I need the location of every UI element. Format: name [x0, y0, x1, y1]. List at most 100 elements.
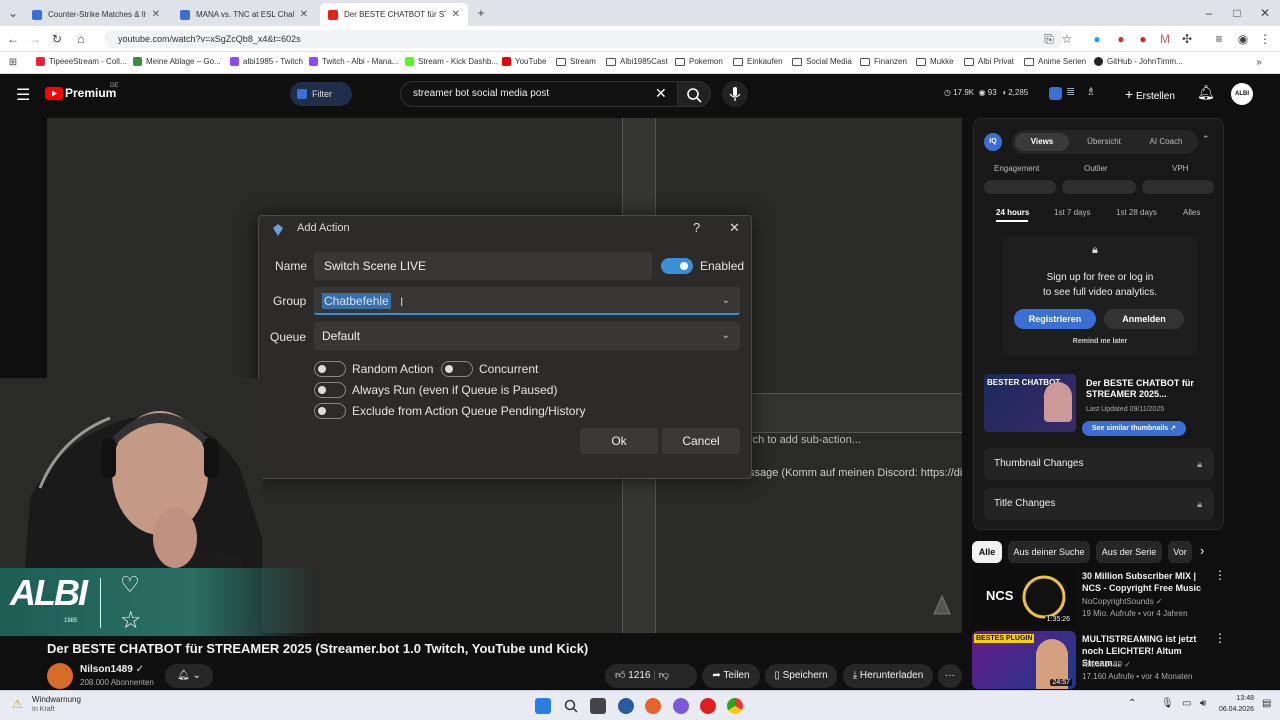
chip-from-search[interactable]: Aus deiner Suche — [1008, 541, 1090, 563]
bookmark[interactable]: TipeeeStream - Coll... — [36, 57, 127, 66]
maximize-icon[interactable]: □ — [1228, 4, 1246, 22]
browser-tab[interactable]: Counter-Strike Matches & livesc ✕ — [24, 3, 168, 26]
forward-icon[interactable]: → — [26, 30, 44, 48]
name-field[interactable]: Switch Scene LIVE — [314, 252, 652, 280]
subscribed-bell-button[interactable]: 🔔︎ ⌄ — [165, 664, 213, 688]
list-icon[interactable]: ≣ — [1066, 85, 1075, 98]
profile-icon[interactable]: ◉ — [1234, 30, 1252, 48]
browser-tab-active[interactable]: Der BESTE CHATBOT für STREA ✕ — [320, 3, 468, 26]
channel-name[interactable]: Nilson1489 ✓ — [80, 664, 144, 675]
download-button[interactable]: ⤓ Herunterladen — [843, 664, 933, 688]
bookmark-folder[interactable]: Stream — [556, 57, 596, 66]
notifications-bell-icon[interactable]: 🔔︎ — [1197, 84, 1215, 101]
dialog-close-icon[interactable]: ✕ — [729, 220, 740, 236]
bookmark[interactable]: Meine Ablage – Go... — [133, 57, 221, 66]
exclude-queue-toggle[interactable] — [314, 403, 346, 419]
discord-icon[interactable] — [673, 698, 689, 714]
tab-list-icon[interactable]: ⌄ — [4, 4, 22, 22]
help-icon[interactable]: ? — [693, 220, 700, 235]
cancel-button[interactable]: Cancel — [662, 428, 740, 454]
home-icon[interactable]: ⌂ — [72, 30, 90, 48]
bookmark-folder[interactable]: Mukke — [916, 57, 954, 66]
ok-button[interactable]: Ok — [580, 428, 658, 454]
video-thumbnail[interactable]: BESTES PLUGIN 24:57 — [972, 631, 1076, 689]
save-button[interactable]: ▯ Speichern — [765, 664, 837, 688]
random-action-toggle[interactable] — [314, 361, 346, 377]
opera-icon[interactable] — [700, 698, 716, 714]
recommended-video[interactable]: NCS 1:35:26 30 Million Subscriber MIX | … — [972, 568, 1272, 626]
back-icon[interactable]: ← — [4, 30, 22, 48]
windows-start-icon[interactable] — [535, 698, 551, 714]
range-28d[interactable]: 1st 28 days — [1116, 208, 1157, 217]
clock-time[interactable]: 13:48 — [1232, 695, 1254, 702]
similar-thumbnails-button[interactable]: See similar thumbnails ↗ — [1082, 421, 1186, 436]
microphone-icon[interactable]: 🎙︎ — [1161, 698, 1174, 709]
reload-icon[interactable]: ↻ — [48, 30, 66, 48]
bookmark[interactable]: GitHub - JohnTimm... — [1094, 57, 1183, 66]
avatar[interactable]: ALBI — [1231, 83, 1253, 105]
clock-date[interactable]: 06.04.2026 — [1216, 706, 1254, 713]
bookmark[interactable]: Twitch - Albi - Mana... — [309, 57, 398, 66]
collapse-chevron-icon[interactable]: ⌃ — [1202, 134, 1210, 145]
weather-title[interactable]: Windwarnung — [32, 695, 81, 704]
bookmark-folder[interactable]: Anime Serien — [1024, 57, 1086, 66]
new-tab-icon[interactable]: + — [472, 4, 490, 22]
bookmark[interactable]: YouTube — [502, 57, 546, 66]
tab-close-icon[interactable]: ✕ — [152, 9, 160, 20]
concurrent-toggle[interactable] — [441, 361, 473, 377]
notification-center-icon[interactable]: ▤ — [1262, 698, 1271, 709]
tab-views[interactable]: Views — [1015, 133, 1069, 151]
chrome-icon[interactable] — [727, 698, 743, 714]
chip-more[interactable]: Vor — [1168, 541, 1192, 563]
voice-search-button[interactable] — [722, 81, 748, 107]
tab-close-icon[interactable]: ✕ — [300, 9, 308, 20]
app-icon[interactable] — [618, 698, 634, 714]
extension-icon[interactable]: ● — [1112, 30, 1130, 48]
remind-later-link[interactable]: Remind me later — [1002, 338, 1198, 345]
network-icon[interactable]: ▭ — [1182, 698, 1191, 709]
media-icon[interactable]: ≡ — [1210, 30, 1228, 48]
always-run-toggle[interactable] — [314, 382, 346, 398]
range-24h[interactable]: 24 hours — [996, 208, 1029, 217]
search-button[interactable] — [677, 81, 711, 107]
bookmark-folder[interactable]: Albi Privat — [964, 57, 1014, 66]
bookmark-star-icon[interactable]: ☆ — [1058, 30, 1076, 48]
apps-grid-icon[interactable]: ⊞ — [4, 54, 22, 72]
register-button[interactable]: Registrieren — [1014, 309, 1096, 329]
filter-button[interactable]: Filter — [290, 82, 352, 106]
bookmark[interactable]: Stream - Kick Dashb... — [405, 57, 498, 66]
bookmark-folder[interactable]: Einkaufen — [733, 57, 783, 66]
browser-tab[interactable]: MANA vs. TNC at ESL Challenge ✕ — [172, 3, 316, 26]
chip-all[interactable]: Alle — [972, 541, 1002, 563]
hamburger-menu-icon[interactable]: ☰ — [16, 85, 30, 105]
minimize-icon[interactable]: – — [1200, 4, 1218, 22]
youtube-logo-icon[interactable] — [45, 87, 63, 100]
share-button[interactable]: ➦ Teilen — [702, 664, 760, 688]
extension-icon[interactable]: M — [1156, 30, 1174, 48]
search-icon[interactable] — [563, 698, 579, 714]
task-view-icon[interactable] — [590, 698, 606, 714]
search-input[interactable]: streamer bot social media post — [400, 81, 678, 107]
thumbs-down-icon[interactable]: 👎︎ — [659, 670, 669, 681]
bookmark-folder[interactable]: Social Media — [792, 57, 852, 66]
tray-chevron-icon[interactable]: ⌃ — [1128, 698, 1136, 709]
bookmark-folder[interactable]: Pokemon — [675, 57, 723, 66]
bookmark[interactable]: albi1985 - Twitch — [230, 57, 303, 66]
range-all[interactable]: Alles — [1183, 208, 1200, 217]
bookmark-folder[interactable]: Albi1985Cast — [606, 57, 668, 66]
clear-search-icon[interactable]: ✕ — [655, 85, 667, 102]
thumbnail-changes-row[interactable]: Thumbnail Changes 🔒︎ — [984, 448, 1214, 480]
menu-dots-icon[interactable]: ⋮ — [1256, 30, 1274, 48]
queue-select[interactable]: Default ⌄ — [314, 322, 740, 350]
extension-icon[interactable]: ● — [1088, 30, 1106, 48]
close-window-icon[interactable]: ✕ — [1256, 4, 1274, 22]
url-field[interactable]: youtube.com/watch?v=xSgZcQb8_x4&t=602s — [104, 30, 1064, 48]
award-icon[interactable]: ♗ — [1086, 85, 1096, 98]
extensions-puzzle-icon[interactable]: ✣ — [1178, 30, 1196, 48]
more-bookmarks-icon[interactable]: » — [1250, 54, 1268, 72]
range-7d[interactable]: 1st 7 days — [1054, 208, 1090, 217]
youtube-premium-label[interactable]: Premium — [65, 86, 116, 100]
enabled-toggle[interactable] — [661, 258, 693, 274]
chip-from-series[interactable]: Aus der Serie — [1096, 541, 1162, 563]
vidiq-icon[interactable] — [1049, 87, 1062, 100]
